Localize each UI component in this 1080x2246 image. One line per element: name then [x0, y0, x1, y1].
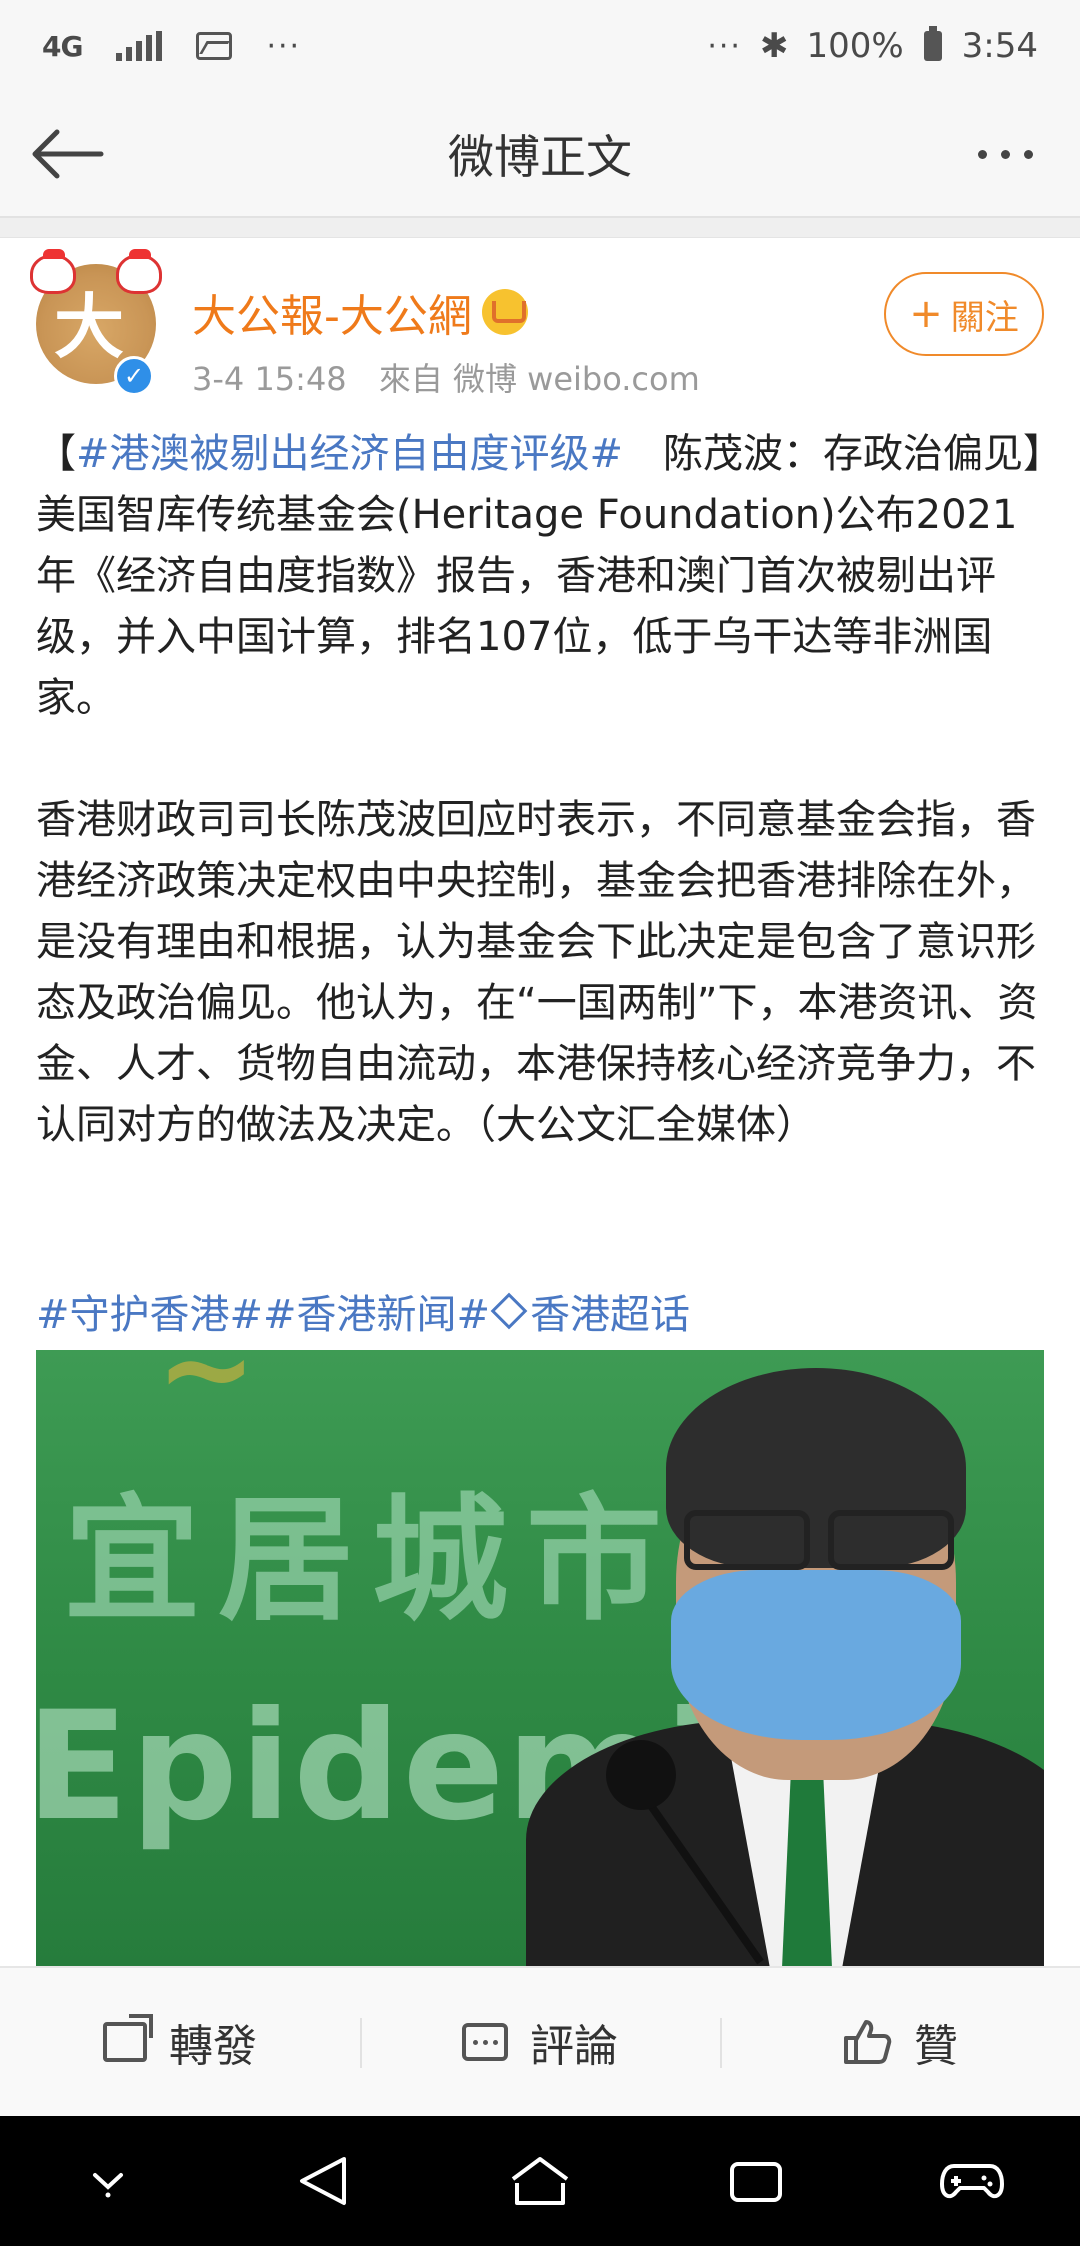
like-label: 贊 — [914, 2021, 958, 2072]
post-image[interactable]: ~ 宜居城市 Epidemic — [36, 1350, 1044, 1970]
vip-crown-icon — [481, 289, 528, 335]
system-nav-bar — [0, 2116, 1080, 2246]
topic-links: #守护香港##香港新闻# 香港超话 — [36, 1282, 690, 1340]
clock: 3:54 — [961, 26, 1038, 66]
paragraph-2: 香港财政司司长陈茂波回应时表示，不同意基金会指，香港经济政策决定权由中央控制，基… — [36, 797, 1038, 1148]
topic-link[interactable]: #港澳被剔出经济自由度评级# — [76, 431, 623, 477]
avatar-logo: 大 — [54, 286, 124, 368]
paragraph-1: 【#港澳被剔出经济自由度评级# 陈茂波：存政治偏见】美国智库传统基金会(Heri… — [36, 431, 1044, 721]
status-bar: 4G ··· ··· ✱ 100% 3:54 — [0, 0, 1080, 92]
post-content: 【#港澳被剔出经济自由度评级# 陈茂波：存政治偏见】美国智库传统基金会(Heri… — [36, 424, 1050, 1156]
plus-icon: + — [909, 291, 943, 337]
notification-overflow: ··· — [266, 28, 302, 64]
network-type: 4G — [42, 29, 83, 63]
super-topic-link[interactable]: 香港超话 — [530, 1282, 690, 1340]
photo-person — [526, 1360, 1044, 1970]
face-mask — [671, 1570, 961, 1740]
status-overflow: ··· — [707, 28, 742, 64]
more-button[interactable] — [950, 114, 1060, 194]
divider — [0, 218, 1080, 238]
like-icon — [844, 2020, 892, 2064]
hide-keyboard-button[interactable] — [53, 2131, 163, 2231]
system-back-button[interactable] — [269, 2131, 379, 2231]
post-source: 來自 微博 weibo.com — [378, 360, 700, 398]
repost-label: 轉發 — [169, 2021, 257, 2072]
post-timestamp: 3-4 15:48 — [192, 360, 347, 398]
comment-label: 評論 — [530, 2021, 618, 2072]
nav-bar: 微博正文 — [0, 92, 1080, 218]
more-icon — [977, 149, 987, 159]
repost-icon — [103, 2014, 153, 2062]
back-arrow-icon — [32, 129, 104, 179]
recents-icon — [730, 2162, 782, 2202]
chevron-down-icon — [93, 2173, 123, 2198]
back-triangle-icon — [300, 2157, 346, 2205]
home-button[interactable] — [485, 2131, 595, 2231]
signal-icon — [116, 31, 163, 61]
game-tools-button[interactable] — [917, 2131, 1027, 2231]
microphone — [606, 1740, 676, 1810]
like-button[interactable]: 贊 — [720, 1968, 1080, 2116]
home-icon — [511, 2157, 569, 2205]
back-button[interactable] — [22, 114, 112, 194]
verified-icon: ✓ — [114, 356, 154, 396]
weibo-post-page: 4G ··· ··· ✱ 100% 3:54 微博正文 大 ✓ 大公報-大公網 … — [0, 0, 1080, 2246]
topic-link-group[interactable]: #守护香港##香港新闻# — [36, 1282, 490, 1340]
follow-label: 關注 — [950, 297, 1019, 338]
battery-icon — [923, 26, 942, 61]
author-name[interactable]: 大公報-大公網 — [192, 280, 528, 344]
page-title: 微博正文 — [448, 130, 632, 184]
repost-button[interactable]: 轉發 — [0, 1968, 360, 2116]
comment-button[interactable]: 評論 — [360, 1968, 720, 2116]
author-name-text: 大公報-大公網 — [192, 291, 472, 342]
comment-icon — [462, 2023, 508, 2061]
bluetooth-icon: ✱ — [759, 26, 789, 66]
diamond-icon — [490, 1292, 528, 1330]
action-bar: 轉發 評論 贊 — [0, 1966, 1080, 2116]
battery-level: 100% — [806, 26, 904, 66]
gallery-notification-icon — [196, 32, 233, 60]
post-meta: 3-4 15:48 來自 微博 weibo.com — [192, 354, 722, 400]
gamepad-icon — [940, 2164, 1004, 2199]
follow-button[interactable]: + 關注 — [884, 272, 1044, 356]
recents-button[interactable] — [701, 2131, 811, 2231]
